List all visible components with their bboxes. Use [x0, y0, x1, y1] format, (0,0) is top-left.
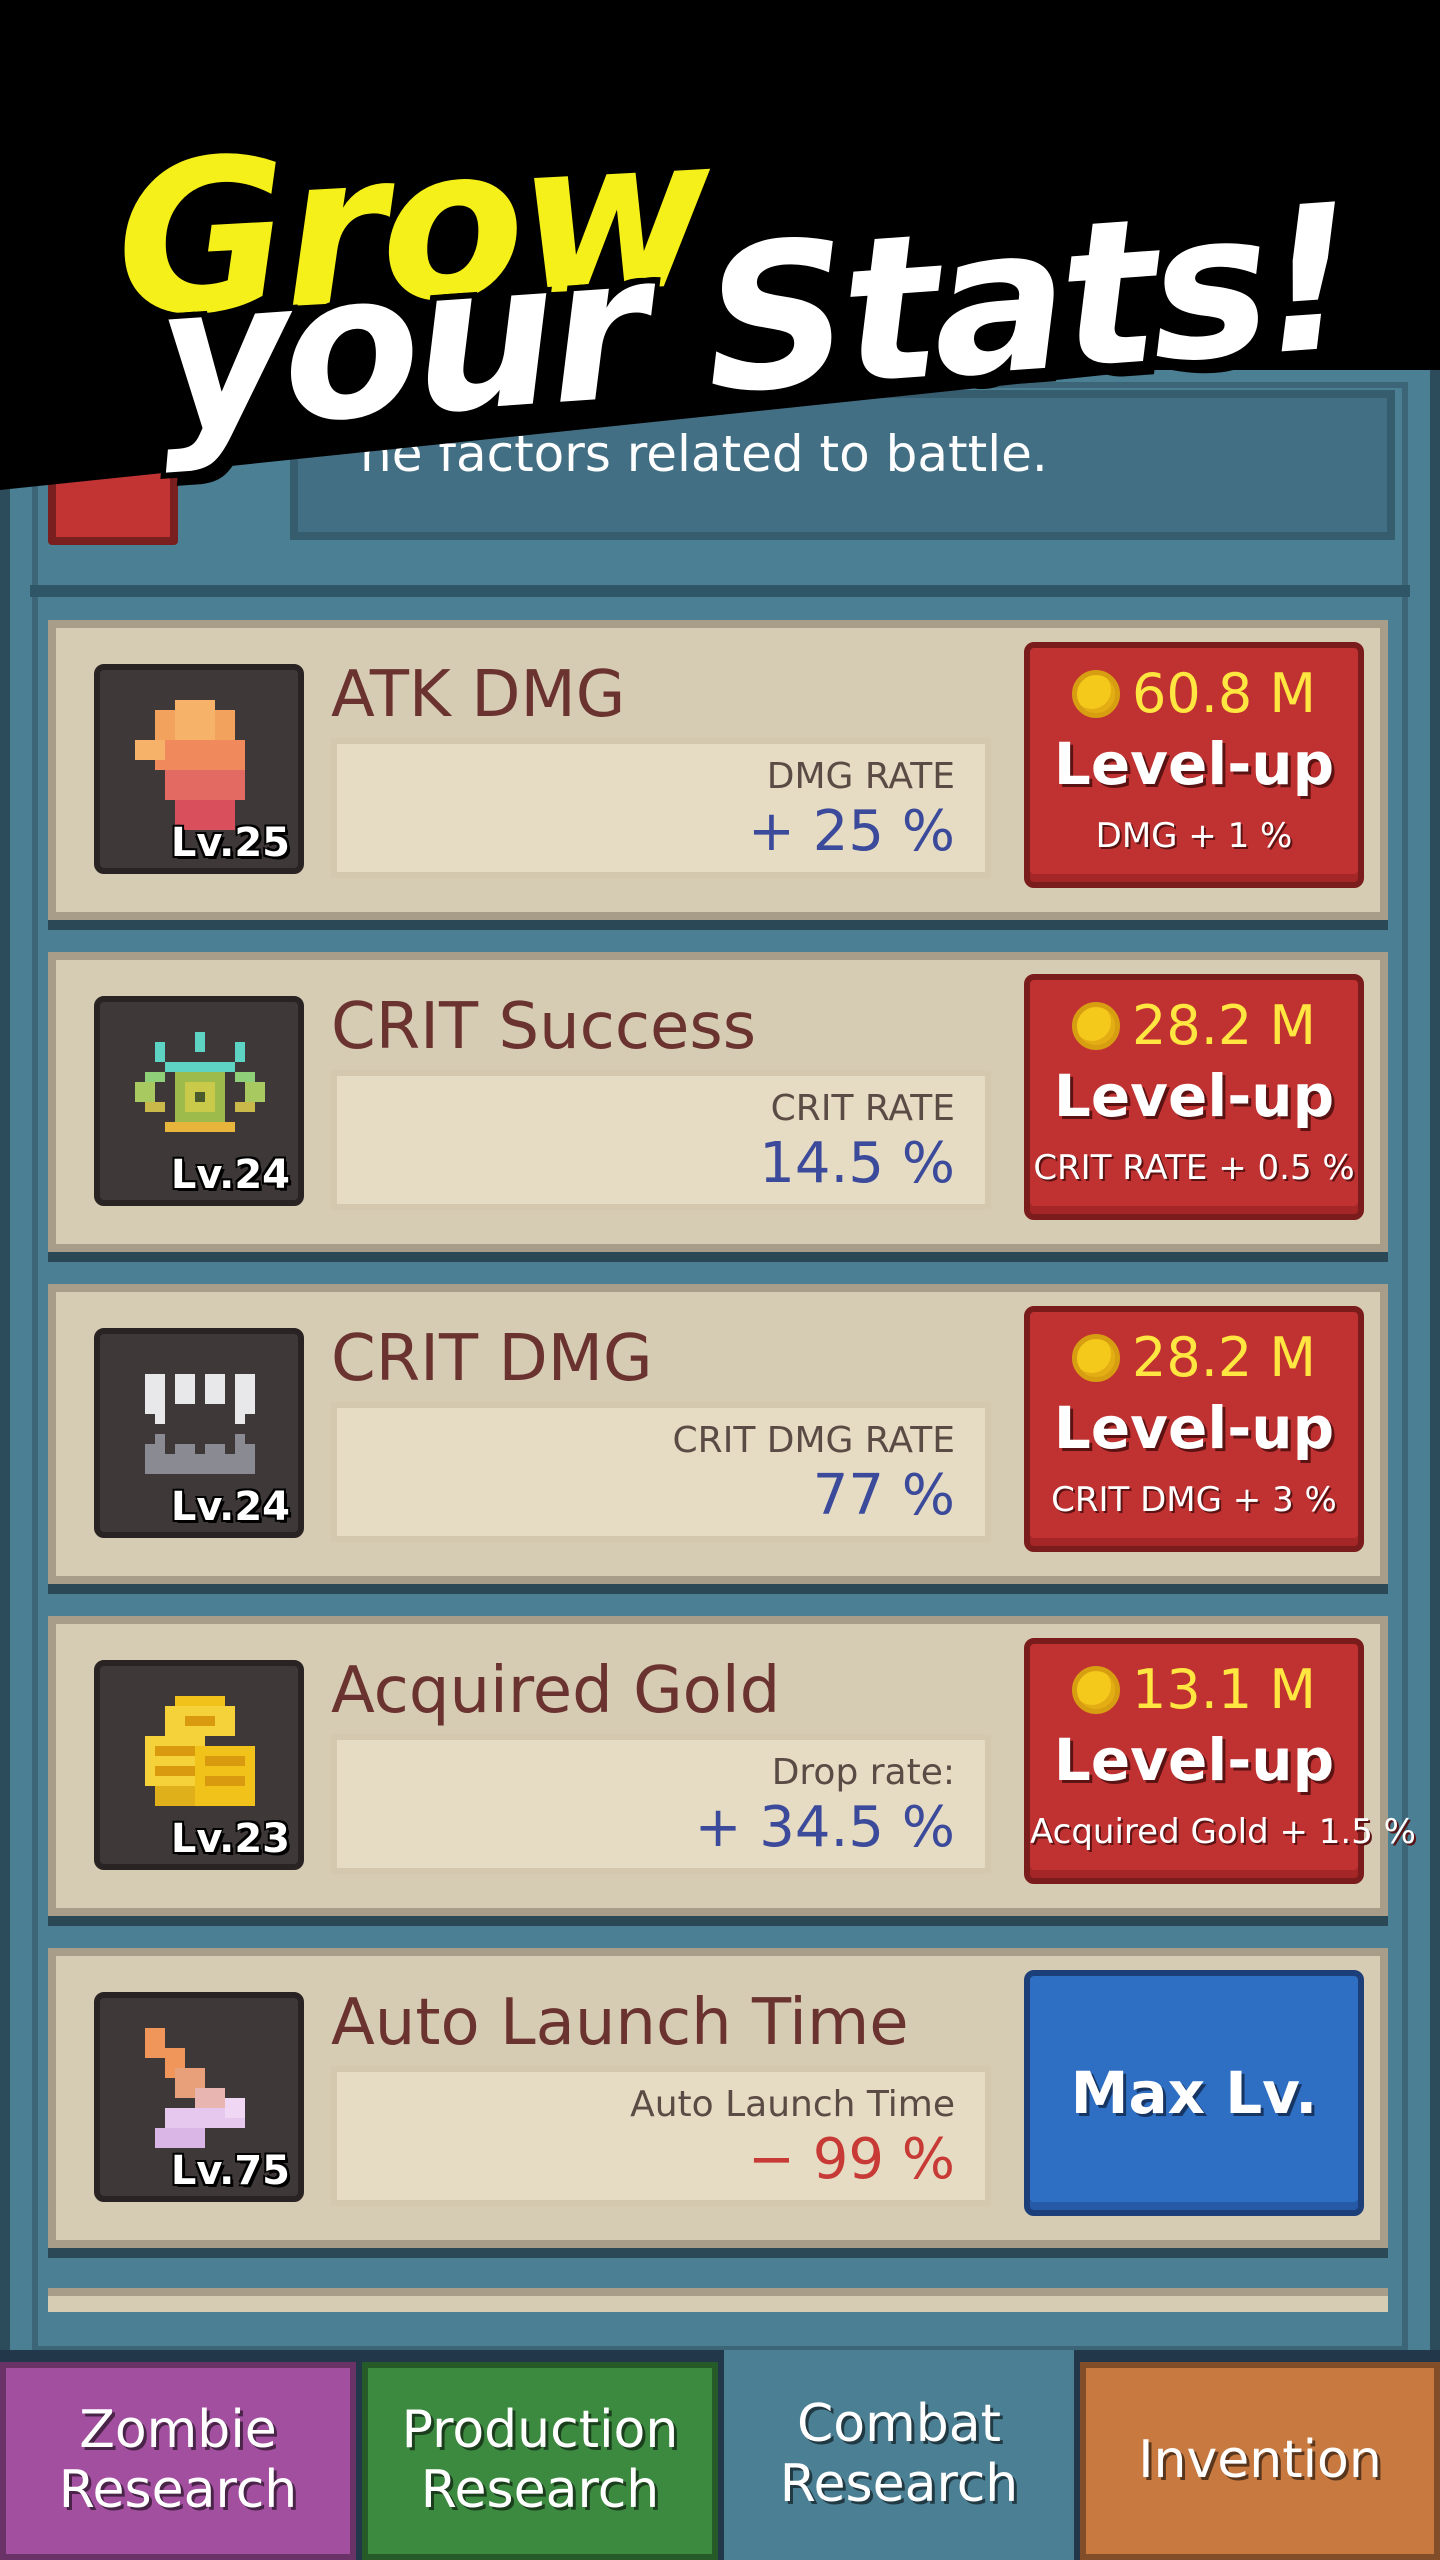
level-up-label: Level-up — [1053, 730, 1335, 798]
gold-coin-icon — [1072, 1333, 1120, 1382]
upgrade-effect: Acquired Gold + 1.5 % — [1030, 1812, 1416, 1852]
research-card-auto-launch-time: Lv.75 Auto Launch Time Auto Launch Time … — [48, 1948, 1388, 2248]
research-card-atk-dmg: Lv.25 ATK DMG DMG RATE + 25 % 60.8 M Lev… — [48, 620, 1388, 920]
stat-value: − 99 % — [748, 2127, 955, 2192]
research-card-crit-success: Lv.24 CRIT Success CRIT RATE 14.5 % 28.2… — [48, 952, 1388, 1252]
gold-coins-icon — [145, 1696, 255, 1806]
research-tab-bar: Zombie Research Production Research Combat… — [0, 2350, 1440, 2560]
stat-box: CRIT RATE 14.5 % — [331, 1070, 991, 1210]
research-card-crit-dmg: Lv.24 CRIT DMG CRIT DMG RATE 77 % 28.2 M… — [48, 1284, 1388, 1584]
max-level-button[interactable]: Max Lv. — [1024, 1970, 1364, 2216]
stat-value: 14.5 % — [759, 1131, 955, 1196]
stat-box: DMG RATE + 25 % — [331, 738, 991, 878]
tab-combat-research[interactable]: Combat Research — [724, 2350, 1074, 2560]
gold-coin-icon — [1072, 1665, 1120, 1714]
level-up-button[interactable]: 28.2 M Level-up CRIT DMG + 3 % — [1024, 1306, 1364, 1552]
gold-coin-icon — [1072, 669, 1120, 718]
tab-zombie-research[interactable]: Zombie Research — [0, 2362, 356, 2560]
fist-icon — [135, 700, 245, 830]
level-label: Lv.75 — [170, 2148, 290, 2194]
stat-label: Drop rate: — [771, 1752, 955, 1793]
research-icon-box: Lv.25 — [94, 664, 304, 874]
stat-box: Drop rate: + 34.5 % — [331, 1734, 991, 1874]
upgrade-cost: 28.2 M — [1132, 994, 1316, 1057]
stopwatch-hand-icon — [145, 2028, 245, 2148]
level-label: Lv.25 — [170, 820, 290, 866]
research-title: Auto Launch Time — [331, 1986, 909, 2060]
tab-production-research[interactable]: Production Research — [362, 2362, 718, 2560]
research-title: Acquired Gold — [331, 1654, 781, 1728]
stat-box: CRIT DMG RATE 77 % — [331, 1402, 991, 1542]
research-card-acquired-gold: Lv.23 Acquired Gold Drop rate: + 34.5 % … — [48, 1616, 1416, 1916]
tab-invention[interactable]: Invention — [1080, 2362, 1440, 2560]
fangs-icon — [145, 1374, 255, 1474]
research-title: CRIT DMG — [331, 1322, 653, 1396]
upgrade-effect: DMG + 1 % — [1095, 816, 1293, 856]
upgrade-cost: 60.8 M — [1132, 662, 1316, 725]
stat-value: 77 % — [812, 1463, 955, 1528]
research-icon-box: Lv.24 — [94, 996, 304, 1206]
gold-coin-icon — [1072, 1001, 1120, 1050]
upgrade-cost: 13.1 M — [1132, 1658, 1316, 1721]
research-icon-box: Lv.24 — [94, 1328, 304, 1538]
level-label: Lv.23 — [170, 1816, 290, 1862]
stat-label: DMG RATE — [766, 756, 955, 797]
level-up-label: Level-up — [1053, 1062, 1335, 1130]
level-label: Lv.24 — [170, 1152, 290, 1198]
research-icon-box: Lv.75 — [94, 1992, 304, 2202]
level-up-button[interactable]: 60.8 M Level-up DMG + 1 % — [1024, 642, 1364, 888]
upgrade-effect: CRIT RATE + 0.5 % — [1033, 1148, 1355, 1188]
upgrade-cost: 28.2 M — [1132, 1326, 1316, 1389]
level-up-label: Level-up — [1053, 1394, 1335, 1462]
stat-label: Auto Launch Time — [630, 2084, 955, 2125]
stat-label: CRIT DMG RATE — [672, 1420, 955, 1461]
header-divider — [30, 585, 1410, 597]
research-title: CRIT Success — [331, 990, 757, 1064]
research-icon-box: Lv.23 — [94, 1660, 304, 1870]
level-up-button[interactable]: 13.1 M Level-up Acquired Gold + 1.5 % — [1024, 1638, 1416, 1884]
research-title: ATK DMG — [331, 658, 626, 732]
stat-value: + 25 % — [748, 799, 955, 864]
research-card-next — [48, 2288, 1388, 2312]
upgrade-effect: CRIT DMG + 3 % — [1051, 1480, 1337, 1520]
level-label: Lv.24 — [170, 1484, 290, 1530]
stat-value: + 34.5 % — [694, 1795, 955, 1860]
stat-label: CRIT RATE — [770, 1088, 955, 1129]
level-up-button[interactable]: 28.2 M Level-up CRIT RATE + 0.5 % — [1024, 974, 1364, 1220]
level-up-label: Level-up — [1053, 1726, 1335, 1794]
eye-icon — [135, 1032, 265, 1132]
stat-box: Auto Launch Time − 99 % — [331, 2066, 991, 2206]
